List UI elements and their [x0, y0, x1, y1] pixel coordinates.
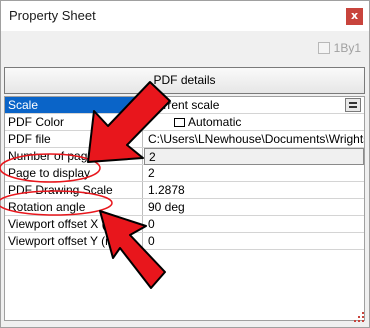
property-row-rotation-angle[interactable]: Rotation angle 90 deg: [5, 199, 364, 216]
property-name: Viewport offset Y (in): [5, 233, 143, 249]
property-name: Rotation angle: [5, 199, 143, 215]
property-name: Number of pages: [5, 148, 143, 164]
property-name: PDF Color: [5, 114, 143, 130]
property-row-pdf-color[interactable]: PDF Color Automatic: [5, 114, 364, 131]
property-row-pdf-file[interactable]: PDF file C:\Users\LNewhouse\Documents\Wr…: [5, 131, 364, 148]
property-row-page-to-display[interactable]: Page to display 2: [5, 165, 364, 182]
tab-pdf-details[interactable]: PDF details: [4, 67, 365, 94]
close-button[interactable]: x: [346, 8, 363, 25]
property-grid: Scale Current scale PDF Color Automatic …: [4, 96, 365, 321]
property-value[interactable]: 1.2878: [144, 182, 364, 198]
pdf-color-value: Automatic: [188, 115, 242, 129]
toolbar: 1By1: [1, 31, 369, 67]
property-name: Viewport offset X (in): [5, 216, 143, 232]
property-name: PDF Drawing Scale: [5, 182, 143, 198]
one-by-one-option[interactable]: 1By1: [317, 41, 361, 55]
property-value[interactable]: Current scale: [144, 97, 364, 113]
resize-grip-icon[interactable]: [353, 311, 365, 323]
property-value: 2: [144, 148, 364, 165]
property-name: Page to display: [5, 165, 143, 181]
property-row-number-of-pages[interactable]: Number of pages 2: [5, 148, 364, 165]
scale-dropdown-button[interactable]: [345, 98, 361, 112]
scale-value: Current scale: [148, 98, 220, 112]
property-value[interactable]: C:\Users\LNewhouse\Documents\Wrights: [144, 131, 364, 147]
property-name: PDF file: [5, 131, 143, 147]
one-by-one-label: 1By1: [333, 41, 361, 55]
property-name: Scale: [5, 97, 143, 113]
property-sheet-window: Property Sheet x 1By1 PDF details Scale …: [0, 0, 370, 328]
dropdown-icon: [349, 102, 357, 108]
close-icon: x: [350, 9, 359, 22]
property-value[interactable]: 0: [144, 233, 364, 249]
property-row-viewport-offset-y[interactable]: Viewport offset Y (in) 0: [5, 233, 364, 250]
property-row-viewport-offset-x[interactable]: Viewport offset X (in) 0: [5, 216, 364, 233]
property-value[interactable]: Automatic: [144, 114, 364, 130]
property-value[interactable]: 90 deg: [144, 199, 364, 215]
title-bar: Property Sheet x: [1, 1, 369, 31]
property-row-pdf-drawing-scale[interactable]: PDF Drawing Scale 1.2878: [5, 182, 364, 199]
property-value[interactable]: 2: [144, 165, 364, 181]
property-row-scale[interactable]: Scale Current scale: [5, 97, 364, 114]
color-swatch-icon: [174, 118, 185, 127]
window-title: Property Sheet: [9, 8, 96, 23]
one-by-one-checkbox[interactable]: [317, 42, 330, 54]
property-value[interactable]: 0: [144, 216, 364, 232]
